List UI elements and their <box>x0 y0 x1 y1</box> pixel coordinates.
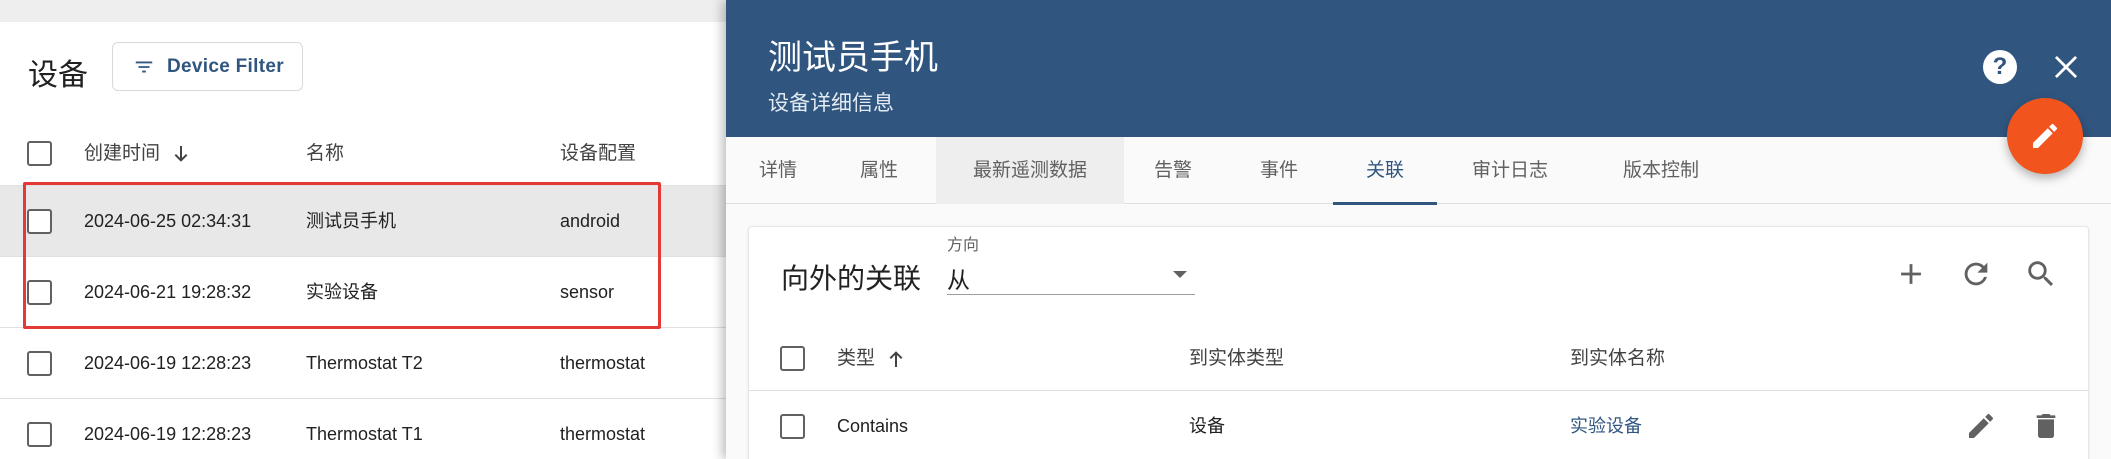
device-list-pane: 设备 Device Filter 创建时间 名称 设备配置 2024-06-25… <box>0 0 726 459</box>
name-cell: 实验设备 <box>306 282 378 302</box>
select-all-checkbox[interactable] <box>27 141 52 166</box>
tab-audit-logs[interactable]: 审计日志 <box>1448 137 1572 204</box>
table-row[interactable]: 2024-06-25 02:34:31 测试员手机 android <box>0 186 726 257</box>
relation-type-cell: Contains <box>837 416 909 436</box>
device-list-toolbar: 设备 Device Filter <box>0 22 726 128</box>
created-time-cell: 2024-06-21 19:28:32 <box>84 282 252 302</box>
tab-attributes[interactable]: 属性 <box>830 137 928 204</box>
entity-type-cell: 设备 <box>1189 416 1225 436</box>
app-root: 设备 Device Filter 创建时间 名称 设备配置 2024-06-25… <box>0 0 2111 459</box>
direction-label: 方向 <box>947 237 980 254</box>
top-bar <box>0 0 726 22</box>
row-checkbox[interactable] <box>27 351 52 376</box>
entity-name-link[interactable]: 实验设备 <box>1570 391 1642 459</box>
tab-details[interactable]: 详情 <box>726 137 830 204</box>
edit-icon[interactable] <box>1965 410 1997 442</box>
column-device-profile[interactable]: 设备配置 <box>560 122 636 186</box>
name-cell: Thermostat T2 <box>306 353 423 373</box>
arrow-up-icon <box>889 351 903 367</box>
direction-value: 从 <box>947 267 970 293</box>
edit-button[interactable] <box>2007 98 2083 174</box>
device-profile-cell: thermostat <box>560 353 646 373</box>
relations-card: 向外的关联 方向 从 类型 到实体类型 到实体名称 Contains 设备 实验… <box>748 226 2089 459</box>
table-row[interactable]: Contains 设备 实验设备 <box>749 391 2088 459</box>
tab-relations[interactable]: 关联 <box>1333 137 1437 205</box>
row-checkbox[interactable] <box>27 422 52 447</box>
page-title: 设备 <box>28 59 88 92</box>
tab-events[interactable]: 事件 <box>1230 137 1328 204</box>
panel-subtitle: 设备详细信息 <box>768 92 894 115</box>
table-row[interactable]: 2024-06-21 19:28:32 实验设备 sensor <box>0 257 726 328</box>
device-profile-cell: android <box>560 211 621 231</box>
table-row[interactable]: 2024-06-19 12:28:23 Thermostat T1 thermo… <box>0 399 726 459</box>
name-cell: Thermostat T1 <box>306 424 423 444</box>
created-time-cell: 2024-06-19 12:28:23 <box>84 353 252 373</box>
created-time-cell: 2024-06-25 02:34:31 <box>84 211 252 231</box>
detail-tabs: 详情 属性 最新遥测数据 告警 事件 关联 审计日志 版本控制 <box>726 137 2111 205</box>
tab-latest-telemetry[interactable]: 最新遥测数据 <box>936 137 1124 204</box>
add-icon[interactable] <box>1894 257 1928 291</box>
device-filter-button[interactable]: Device Filter <box>112 42 303 91</box>
chevron-down-icon <box>1173 271 1187 278</box>
panel-title: 测试员手机 <box>768 39 938 77</box>
edit-icon <box>2033 123 2057 148</box>
column-to-entity-type[interactable]: 到实体类型 <box>1189 327 1284 391</box>
filter-icon <box>135 61 153 72</box>
row-checkbox[interactable] <box>27 280 52 305</box>
relations-table-header: 类型 到实体类型 到实体名称 <box>749 327 2088 391</box>
column-to-entity-name[interactable]: 到实体名称 <box>1570 327 1665 391</box>
arrow-down-icon <box>174 145 188 162</box>
device-table-header: 创建时间 名称 设备配置 <box>0 122 726 186</box>
device-filter-label: Device Filter <box>167 55 284 77</box>
row-checkbox[interactable] <box>27 209 52 234</box>
refresh-icon[interactable] <box>1959 257 1993 291</box>
delete-icon[interactable] <box>2030 410 2062 442</box>
relations-title: 向外的关联 <box>781 263 922 294</box>
tab-version-control[interactable]: 版本控制 <box>1592 137 1730 204</box>
search-icon[interactable] <box>2024 257 2058 291</box>
device-profile-cell: thermostat <box>560 424 646 444</box>
tab-alarms[interactable]: 告警 <box>1124 137 1222 204</box>
close-icon[interactable] <box>2049 50 2083 84</box>
created-time-cell: 2024-06-19 12:28:23 <box>84 424 252 444</box>
column-created-time[interactable]: 创建时间 <box>84 122 189 186</box>
device-profile-cell: sensor <box>560 282 615 302</box>
name-cell: 测试员手机 <box>306 211 396 231</box>
row-checkbox[interactable] <box>780 414 805 439</box>
column-type[interactable]: 类型 <box>837 327 904 391</box>
direction-select[interactable]: 从 <box>947 255 1195 295</box>
table-row[interactable]: 2024-06-19 12:28:23 Thermostat T2 thermo… <box>0 328 726 399</box>
panel-header: 测试员手机 设备详细信息 ? <box>726 0 2111 137</box>
help-icon[interactable]: ? <box>1983 50 2017 84</box>
column-name[interactable]: 名称 <box>306 122 344 186</box>
select-all-relations-checkbox[interactable] <box>780 346 805 371</box>
device-details-panel: 测试员手机 设备详细信息 ? 详情 属性 最新遥测数据 告警 事件 关联 审计日… <box>726 0 2111 459</box>
